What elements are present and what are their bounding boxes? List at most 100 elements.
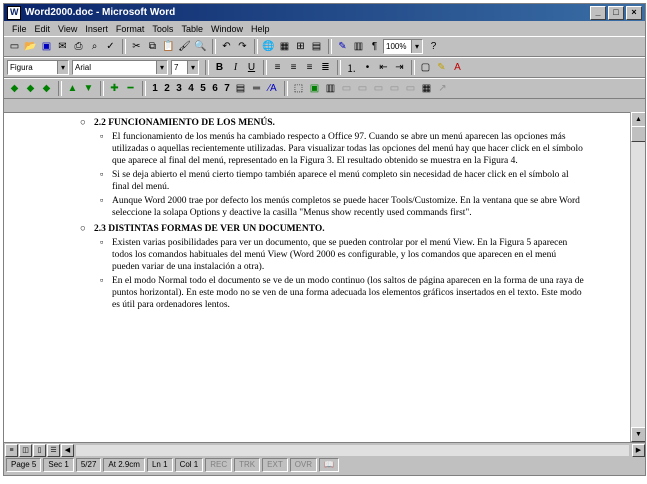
master-document-icon[interactable]: ⬚: [291, 81, 306, 96]
merge-subdocument-icon[interactable]: ▭: [387, 81, 402, 96]
show-first-line-icon[interactable]: ═: [249, 81, 264, 96]
lock-document-icon[interactable]: ▦: [419, 81, 434, 96]
menu-help[interactable]: Help: [247, 24, 274, 34]
help-icon[interactable]: ?: [426, 39, 441, 54]
new-document-icon[interactable]: ▭: [7, 39, 22, 54]
web-layout-icon[interactable]: ◫: [19, 443, 32, 457]
minimize-button[interactable]: _: [590, 5, 606, 20]
expand-icon[interactable]: ✚: [107, 81, 122, 96]
undo-icon[interactable]: ↶: [219, 39, 234, 54]
document-map-icon[interactable]: ▥: [351, 39, 366, 54]
justify-icon[interactable]: ≣: [318, 60, 333, 75]
tables-borders-icon[interactable]: ▦: [277, 39, 292, 54]
close-button[interactable]: ×: [626, 5, 642, 20]
align-right-icon[interactable]: ≡: [302, 60, 317, 75]
collapse-subdocuments-icon[interactable]: ▥: [323, 81, 338, 96]
highlight-icon[interactable]: ✎: [434, 60, 449, 75]
show-level-6[interactable]: 6: [209, 81, 221, 96]
redo-icon[interactable]: ↷: [235, 39, 250, 54]
find-icon[interactable]: 🔍: [193, 39, 208, 54]
bold-icon[interactable]: B: [212, 60, 227, 75]
split-subdocument-icon[interactable]: ▭: [403, 81, 418, 96]
show-hide-icon[interactable]: ¶: [367, 39, 382, 54]
open-folder-icon[interactable]: 📂: [23, 39, 38, 54]
underline-icon[interactable]: U: [244, 60, 259, 75]
paste-icon[interactable]: 📋: [161, 39, 176, 54]
italic-icon[interactable]: I: [228, 60, 243, 75]
align-center-icon[interactable]: ≡: [286, 60, 301, 75]
scroll-up-icon[interactable]: ▲: [631, 112, 645, 127]
show-level-1[interactable]: 1: [149, 81, 161, 96]
scroll-right-icon[interactable]: ▶: [632, 443, 645, 457]
normal-view-icon[interactable]: ≡: [5, 443, 18, 457]
menu-insert[interactable]: Insert: [81, 24, 112, 34]
move-up-icon[interactable]: ▲: [65, 81, 80, 96]
scroll-thumb[interactable]: [631, 126, 645, 142]
scroll-down-icon[interactable]: ▼: [631, 427, 645, 442]
borders-icon[interactable]: ▢: [418, 60, 433, 75]
print-icon[interactable]: ⎙: [71, 39, 86, 54]
insert-subdocument-icon[interactable]: ▭: [371, 81, 386, 96]
show-level-7[interactable]: 7: [221, 81, 233, 96]
show-level-5[interactable]: 5: [197, 81, 209, 96]
status-position: 5/27: [75, 458, 102, 472]
menu-tools[interactable]: Tools: [148, 24, 177, 34]
menu-view[interactable]: View: [54, 24, 81, 34]
zoom-select[interactable]: 100%: [383, 39, 423, 54]
print-preview-icon[interactable]: ⌕: [87, 39, 102, 54]
remove-subdocument-icon[interactable]: ▭: [355, 81, 370, 96]
numbering-icon[interactable]: ⒈: [344, 60, 359, 75]
font-select[interactable]: Arial: [72, 60, 168, 75]
title-bar[interactable]: Word2000.doc - Microsoft Word _ □ ×: [4, 4, 645, 21]
scroll-left-icon[interactable]: ◀: [61, 443, 74, 457]
status-ext[interactable]: EXT: [262, 458, 288, 472]
document-area[interactable]: ○ 2.2 FUNCIONAMIENTO DE LOS MENÚS. ▫ El f…: [4, 112, 630, 443]
align-left-icon[interactable]: ≡: [270, 60, 285, 75]
increase-indent-icon[interactable]: ⇥: [392, 60, 407, 75]
go-to-document-icon[interactable]: ↗: [435, 81, 450, 96]
move-down-icon[interactable]: ▼: [81, 81, 96, 96]
spelling-icon[interactable]: ✓: [103, 39, 118, 54]
email-icon[interactable]: ✉: [55, 39, 70, 54]
menu-format[interactable]: Format: [112, 24, 149, 34]
font-color-icon[interactable]: A: [450, 60, 465, 75]
subdocument-icon[interactable]: ▣: [307, 81, 322, 96]
create-subdocument-icon[interactable]: ▭: [339, 81, 354, 96]
insert-table-icon[interactable]: ⊞: [293, 39, 308, 54]
status-ovr[interactable]: OVR: [289, 458, 318, 472]
style-select[interactable]: Figura: [7, 60, 69, 75]
status-rec[interactable]: REC: [205, 458, 233, 472]
print-layout-icon[interactable]: ▯: [33, 443, 46, 457]
promote-icon[interactable]: ◆: [7, 81, 22, 96]
bullets-icon[interactable]: •: [360, 60, 375, 75]
document-content[interactable]: ○ 2.2 FUNCIONAMIENTO DE LOS MENÚS. ▫ El f…: [64, 117, 584, 313]
format-painter-icon[interactable]: 🖌: [177, 39, 192, 54]
vertical-scrollbar[interactable]: ▲ ▼: [630, 112, 645, 442]
menu-edit[interactable]: Edit: [31, 24, 55, 34]
demote-to-body-icon[interactable]: ◆: [39, 81, 54, 96]
horizontal-scroll-track[interactable]: [76, 444, 629, 456]
show-formatting-icon[interactable]: ⁄A: [265, 81, 280, 96]
menu-window[interactable]: Window: [207, 24, 247, 34]
show-level-3[interactable]: 3: [173, 81, 185, 96]
spelling-status-icon[interactable]: 📖: [319, 458, 340, 472]
drawing-icon[interactable]: ✎: [335, 39, 350, 54]
maximize-button[interactable]: □: [608, 5, 624, 20]
show-level-4[interactable]: 4: [185, 81, 197, 96]
copy-icon[interactable]: ⧉: [145, 39, 160, 54]
collapse-icon[interactable]: ━: [123, 81, 138, 96]
save-icon[interactable]: ▣: [39, 39, 54, 54]
insert-excel-icon[interactable]: ▤: [309, 39, 324, 54]
status-trk[interactable]: TRK: [234, 458, 261, 472]
menu-table[interactable]: Table: [177, 24, 207, 34]
show-level-2[interactable]: 2: [161, 81, 173, 96]
font-size-select[interactable]: 7: [171, 60, 199, 75]
cut-icon[interactable]: ✂: [129, 39, 144, 54]
show-all-headings-icon[interactable]: ▤: [233, 81, 248, 96]
outline-view-icon[interactable]: ☰: [47, 443, 60, 457]
word-app-icon[interactable]: [7, 5, 21, 20]
decrease-indent-icon[interactable]: ⇤: [376, 60, 391, 75]
menu-file[interactable]: File: [8, 24, 31, 34]
demote-icon[interactable]: ◆: [23, 81, 38, 96]
hyperlink-icon[interactable]: 🌐: [261, 39, 276, 54]
